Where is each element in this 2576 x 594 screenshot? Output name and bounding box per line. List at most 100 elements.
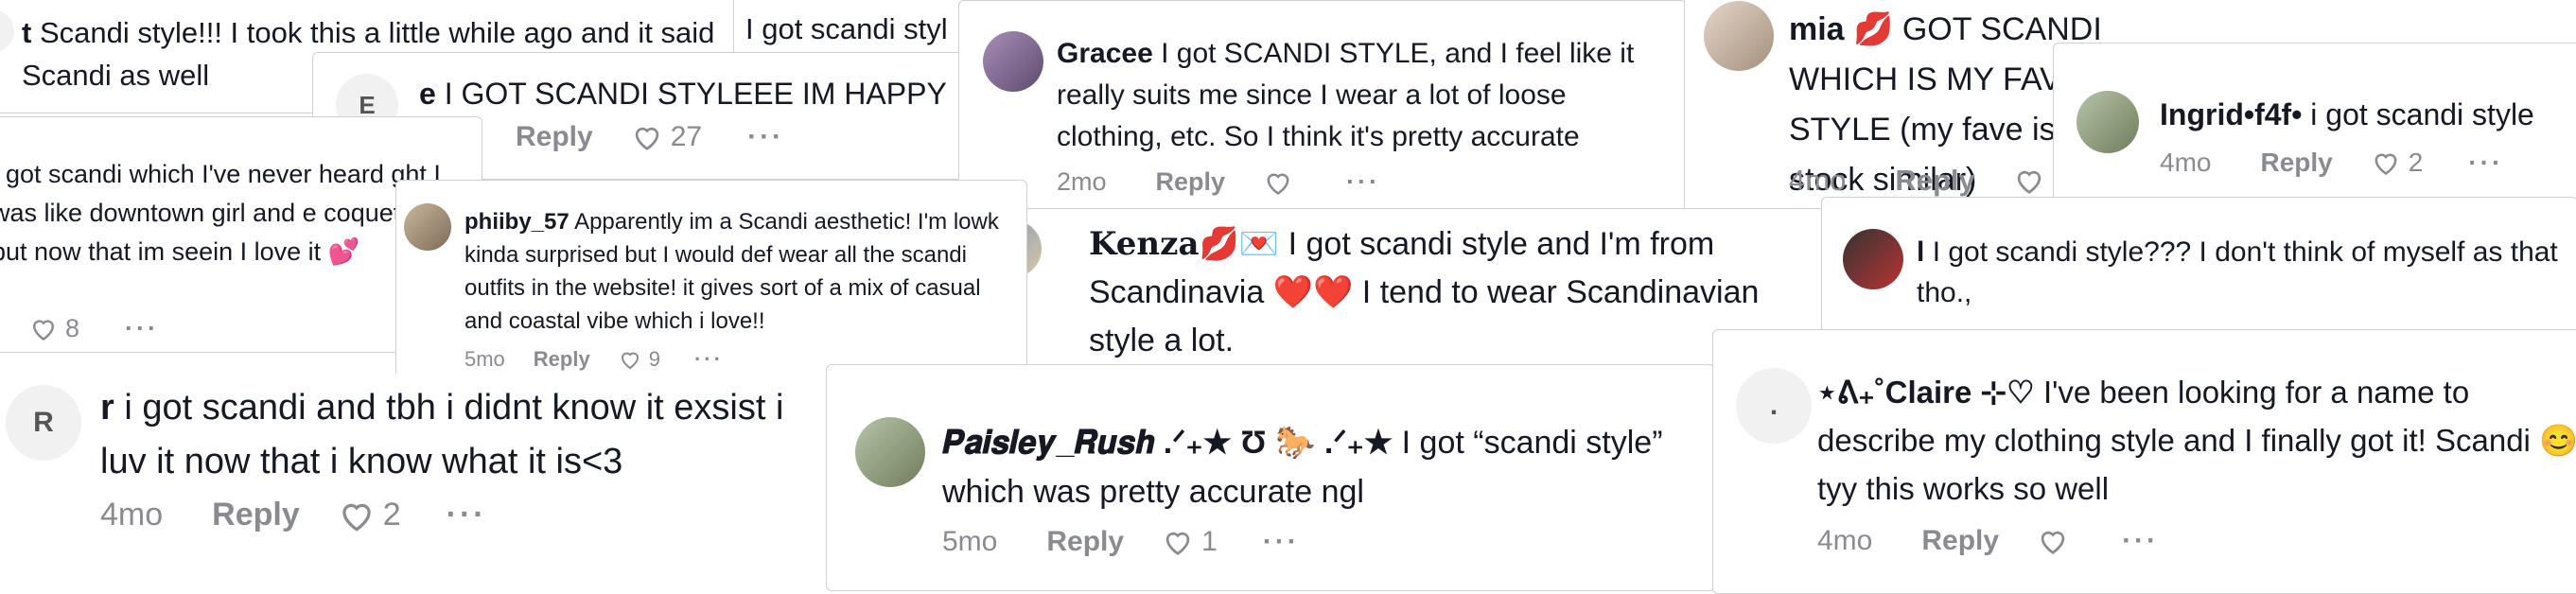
like-count: 2 [2408, 148, 2424, 177]
username[interactable]: 𝑷𝒂𝒊𝒔𝒍𝒆𝒚_𝑹𝒖𝒔𝒉 .ᐟ₊★ Ʊ 🐎 .ᐟ₊★ [942, 425, 1393, 461]
comment-body: I GOT SCANDI STYLEEE IM HAPPY [444, 77, 947, 111]
timestamp: 4mo [2160, 148, 2212, 177]
timestamp: 5mo [942, 526, 998, 557]
like-button[interactable]: 2 [2371, 148, 2424, 178]
comment-actions: 2mo Reply ··· [1057, 167, 1380, 197]
username[interactable]: e [419, 77, 436, 111]
reply-button[interactable]: Reply [1156, 167, 1226, 197]
like-button[interactable]: 9 [619, 347, 660, 372]
reply-button[interactable]: Reply [534, 347, 590, 372]
comment-body: i got scandi style [2310, 97, 2534, 131]
comment-text: Gracee I got SCANDI STYLE, and I feel li… [1057, 33, 1672, 158]
comment-card-gracee: Gracee I got SCANDI STYLE, and I feel li… [958, 0, 1687, 218]
comment-body: I got scandi style??? I don't think of m… [1917, 236, 2558, 308]
comment-text: I got scandi which I've never heard ght … [0, 155, 446, 271]
avatar[interactable] [983, 31, 1043, 92]
more-options-button[interactable]: ··· [747, 121, 784, 153]
reply-button[interactable]: Reply [516, 121, 593, 153]
username[interactable]: mia 💋 [1789, 11, 1893, 47]
comment-card-r: R r i got scandi and tbh i didnt know it… [0, 374, 832, 591]
heart-outline-icon [32, 320, 55, 341]
comment-actions: 4mo Reply ··· [1817, 525, 2159, 557]
comment-actions: Reply 27 ··· [516, 121, 784, 153]
comment-text: phiiby_57 Apparently im a Scandi aesthet… [464, 205, 1023, 338]
username[interactable]: l [1917, 236, 1924, 268]
like-button[interactable]: 2 [338, 497, 401, 533]
comment-actions: 8 ··· [29, 314, 159, 343]
comment-text: r i got scandi and tbh i didnt know it e… [100, 381, 819, 489]
like-button[interactable]: 1 [1162, 526, 1218, 558]
heart-outline-icon [1267, 173, 1289, 195]
more-options-button[interactable]: ··· [447, 497, 487, 533]
avatar[interactable] [404, 203, 451, 251]
comment-actions: 4mo Reply [1789, 164, 2098, 198]
timestamp: 4mo [100, 497, 164, 533]
comment-actions: 5mo Reply 1 ··· [942, 526, 1300, 558]
username[interactable]: phiiby_57 [464, 209, 570, 235]
username[interactable]: t [22, 16, 31, 49]
more-options-button[interactable]: ··· [1346, 167, 1380, 197]
like-button[interactable] [2037, 527, 2077, 555]
reply-button[interactable]: Reply [1921, 525, 1999, 557]
heart-outline-icon [2017, 170, 2042, 194]
comment-text: 𝑷𝒂𝒊𝒔𝒍𝒆𝒚_𝑹𝒖𝒔𝒉 .ᐟ₊★ Ʊ 🐎 .ᐟ₊★ I got “scandi… [942, 418, 1699, 516]
avatar[interactable]: . [1736, 368, 1812, 444]
comment-text: ⋆ᕕ₊˚Claire ⊹♡ I've been looking for a na… [1817, 368, 2576, 513]
reply-button[interactable]: Reply [1895, 164, 1974, 198]
more-options-button[interactable]: ··· [2122, 525, 2159, 557]
heart-outline-icon [621, 352, 639, 370]
reply-button[interactable]: Reply [1046, 526, 1124, 558]
reply-button[interactable]: Reply [212, 497, 300, 533]
avatar[interactable] [1704, 1, 1774, 71]
comment-card-phiiby: phiiby_57 Apparently im a Scandi aesthet… [395, 180, 1027, 386]
username[interactable]: Ingrid•f4f• [2160, 97, 2302, 131]
username[interactable]: Gracee [1057, 38, 1153, 69]
heart-outline-icon [2374, 153, 2397, 175]
heart-outline-icon [1165, 532, 1190, 555]
comment-card-claire: . ⋆ᕕ₊˚Claire ⊹♡ I've been looking for a … [1712, 329, 2576, 594]
heart-outline-icon [2041, 531, 2065, 554]
like-button[interactable] [1263, 169, 1301, 196]
like-count: 9 [648, 347, 660, 371]
avatar[interactable]: R [6, 385, 81, 461]
timestamp: 4mo [1789, 164, 1847, 197]
username[interactable]: ⋆ᕕ₊˚Claire ⊹♡ [1817, 375, 2035, 410]
avatar[interactable] [1843, 229, 1903, 289]
avatar[interactable] [0, 10, 14, 52]
comment-text: e I GOT SCANDI STYLEEE IM HAPPY [419, 72, 987, 115]
comment-actions: 5mo Reply 9 ··· [464, 347, 724, 372]
avatar[interactable] [855, 417, 925, 487]
like-count: 1 [1201, 526, 1218, 557]
more-options-button[interactable]: ··· [694, 347, 724, 372]
like-count: 8 [65, 314, 80, 342]
reply-button[interactable]: Reply [2260, 148, 2332, 178]
username[interactable]: r [100, 388, 114, 428]
avatar-letter: R [33, 407, 54, 438]
heart-outline-icon [635, 127, 658, 150]
avatar-letter: . [1769, 390, 1779, 421]
more-options-button[interactable]: ··· [2468, 148, 2503, 178]
username[interactable]: Kenza💋💌 [1089, 225, 1279, 263]
comment-text: Ingrid•f4f• i got scandi style [2160, 93, 2576, 136]
timestamp: 5mo [464, 347, 505, 371]
comment-card-ingrid: Ingrid•f4f• i got scandi style 4mo Reply… [2053, 43, 2576, 201]
comment-text: l I got scandi style??? I don't think of… [1917, 232, 2569, 313]
comment-body: I got scandi which I've never heard ght … [0, 160, 441, 266]
like-count: 27 [670, 121, 703, 152]
more-options-button[interactable]: ··· [1263, 526, 1300, 558]
comment-body: I got scandi styl [745, 12, 948, 45]
heart-outline-icon [342, 503, 371, 532]
avatar-letter: E [359, 90, 376, 119]
timestamp: 2mo [1057, 167, 1107, 196]
more-options-button[interactable]: ··· [125, 314, 159, 343]
comment-body: i got scandi and tbh i didnt know it exs… [100, 388, 784, 481]
like-button[interactable]: 27 [631, 121, 702, 153]
like-button[interactable] [2013, 166, 2053, 195]
like-count: 2 [382, 497, 401, 533]
comment-card-paisley: 𝑷𝒂𝒊𝒔𝒍𝒆𝒚_𝑹𝒖𝒔𝒉 .ᐟ₊★ Ʊ 🐎 .ᐟ₊★ I got “scandi… [826, 364, 1715, 591]
comment-actions: 4mo Reply 2 ··· [100, 497, 487, 533]
timestamp: 4mo [1817, 525, 1873, 556]
avatar[interactable] [2077, 91, 2139, 153]
comment-actions: 4mo Reply 2 ··· [2160, 148, 2503, 178]
like-button[interactable]: 8 [29, 314, 79, 343]
